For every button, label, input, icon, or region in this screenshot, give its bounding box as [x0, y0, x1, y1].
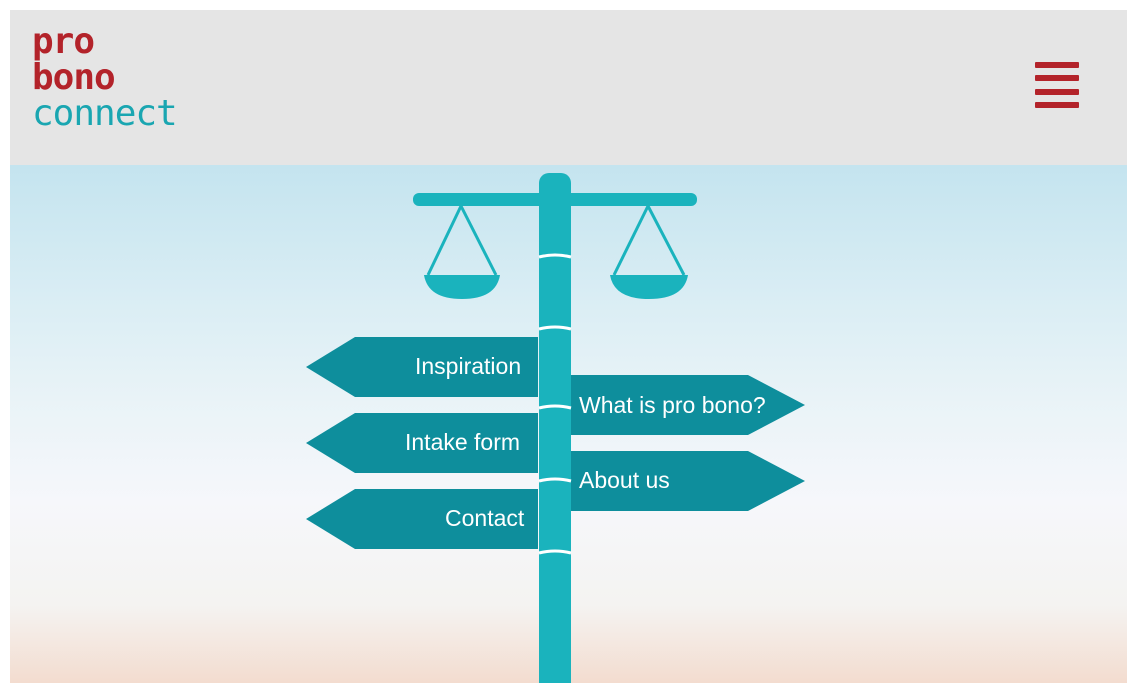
nav-link-what-is-pro-bono[interactable]: What is pro bono? [579, 392, 766, 419]
signpost-illustration [306, 173, 805, 683]
nav-link-about-us[interactable]: About us [579, 467, 670, 494]
logo-text-pro: pro [32, 21, 95, 62]
hero-signpost-area: Inspiration Intake form Contact What is … [10, 165, 1127, 683]
hamburger-menu-icon[interactable] [1035, 62, 1079, 108]
logo-text-connect: connect [32, 93, 178, 134]
nav-link-inspiration[interactable]: Inspiration [415, 353, 521, 380]
site-header: pro bono connect [8, 10, 1127, 165]
logo-text-bono: bono [32, 57, 116, 98]
nav-link-contact[interactable]: Contact [445, 505, 524, 532]
page-edge [0, 0, 10, 683]
menu-bar [1035, 62, 1079, 68]
menu-bar [1035, 75, 1079, 82]
nav-link-intake-form[interactable]: Intake form [405, 429, 520, 456]
site-logo[interactable]: pro bono connect [32, 21, 178, 134]
menu-bar [1035, 88, 1079, 95]
menu-bar [1035, 101, 1079, 108]
page-edge-top [238, 0, 1127, 10]
signpost-pole [538, 173, 572, 683]
